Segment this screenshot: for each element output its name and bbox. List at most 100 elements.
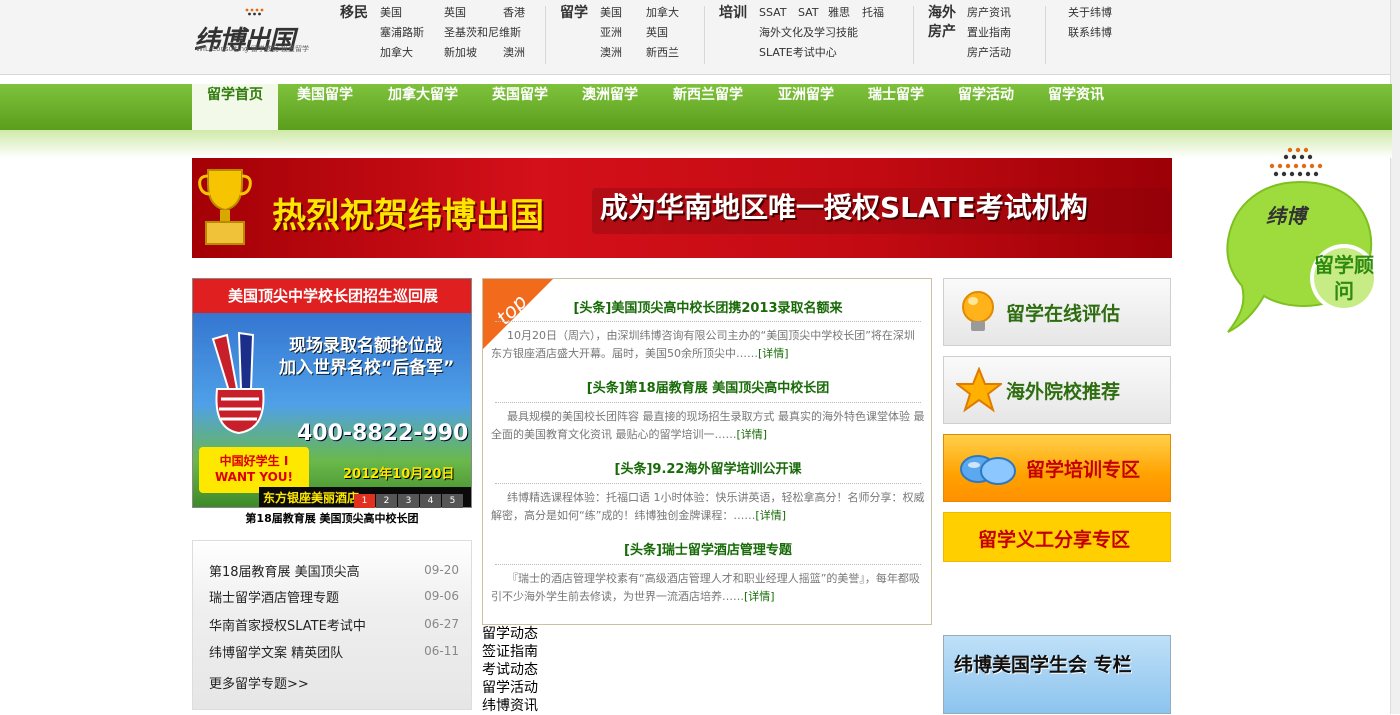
nav-link[interactable]: 新西兰 (646, 46, 679, 60)
nav-link[interactable]: 美国 (600, 6, 622, 20)
divider (545, 6, 546, 64)
nav-link[interactable]: SLATE考试中心 (759, 46, 837, 60)
nav-link[interactable]: 托福 (862, 6, 884, 20)
slide-dot[interactable]: 4 (420, 494, 441, 508)
nav-group-immigration: 移民 美国 英国 香港 塞浦路斯 圣基茨和尼维斯 加拿大 新加坡 澳洲 (340, 4, 540, 74)
nav-link[interactable]: 英国 (444, 6, 466, 20)
list-item-date: 06-27 (424, 617, 459, 631)
list-item[interactable]: 瑞士留学酒店管理专题 09-06 (209, 587, 459, 607)
nav-link[interactable]: 房产资讯 (967, 6, 1011, 20)
nav-link[interactable]: SSAT (759, 6, 787, 20)
advisor-bubble[interactable]: 纬博 留学顾问 (1220, 146, 1390, 336)
headline-title[interactable]: [头条]瑞士留学酒店管理专题 (483, 539, 931, 558)
menu-item[interactable]: 英国留学 (478, 84, 562, 130)
slide-dot[interactable]: 5 (442, 494, 463, 508)
lightbulb-icon (962, 291, 994, 331)
divider (913, 6, 914, 64)
volunteer-zone-button[interactable]: 留学义工分享专区 (943, 512, 1171, 562)
bubble-logo: 纬博 (1266, 204, 1306, 228)
nav-link[interactable]: 海外文化及学习技能 (759, 26, 858, 40)
headline-summary: 纬博精选课程体验：托福口语 1小时体验：快乐讲英语，轻松拿高分！名师分享：权威解… (491, 491, 925, 522)
site-logo[interactable]: 纬博出国 WIL-Consulting 留学移民·投资留学 (194, 8, 312, 56)
promo-phone: 400-8822-990 (297, 421, 469, 446)
list-item-date: 06-11 (424, 644, 459, 658)
menu-item[interactable]: 新西兰留学 (660, 84, 756, 130)
nav-link[interactable]: 联系纬博 (1068, 26, 1112, 40)
slide-dot[interactable]: 3 (398, 494, 419, 508)
headline-summary: 最具规模的美国校长团阵容 最直接的现场招生录取方式 最真实的海外特色课堂体验 最… (491, 410, 925, 441)
menu-item[interactable]: 亚洲留学 (764, 84, 848, 130)
headline-title[interactable]: [头条]美国顶尖高中校长团携2013录取名额来 (483, 297, 931, 316)
slide-pager: 12345 (354, 492, 464, 508)
headline-title[interactable]: [头条]第18届教育展 美国顶尖高中校长团 (483, 377, 931, 396)
nav-link[interactable]: 亚洲 (600, 26, 622, 40)
nav-link[interactable]: 置业指南 (967, 26, 1011, 40)
headline-summary: 10月20日（周六），由深圳纬博咨询有限公司主办的“美国顶尖中学校长团”将在深圳… (491, 329, 915, 360)
nav-link[interactable]: 圣基茨和尼维斯 (444, 26, 521, 40)
list-item[interactable]: 纬博留学文案 精英团队 06-11 (209, 642, 459, 662)
banner-headline: 热烈祝贺纬博出国 (272, 196, 544, 236)
category-link[interactable]: 留学活动 (482, 679, 538, 697)
category-link[interactable]: 签证指南 (482, 643, 538, 661)
nav-group-study: 留学 美国 加拿大 亚洲 英国 澳洲 新西兰 (560, 4, 700, 74)
promo-subtitle: 加入世界名校“后备军” (279, 358, 455, 378)
nav-link[interactable]: 加拿大 (380, 46, 413, 60)
menu-item[interactable]: 美国留学 (284, 84, 366, 130)
slide-dot[interactable]: 1 (354, 494, 375, 508)
slate-banner[interactable]: 热烈祝贺纬博出国 成为华南地区唯一授权SLATE考试机构 (192, 158, 1172, 258)
detail-link[interactable]: [详情] (755, 509, 786, 522)
box-label: 留学培训专区 (1026, 459, 1141, 481)
nav-link[interactable]: 房产活动 (967, 46, 1011, 60)
menu-item[interactable]: 加拿大留学 (376, 84, 470, 130)
headline-panel: top [头条]美国顶尖高中校长团携2013录取名额来 10月20日（周六），由… (482, 278, 932, 625)
nav-link[interactable]: 关于纬博 (1068, 6, 1112, 20)
nav-link[interactable]: 雅思 (828, 6, 850, 20)
nav-link[interactable]: 香港 (503, 6, 525, 20)
list-item[interactable]: 华南首家授权SLATE考试中 06-27 (209, 615, 459, 635)
menu-item[interactable]: 留学活动 (946, 84, 1026, 130)
category-link[interactable]: 纬博资讯 (482, 697, 538, 715)
menu-item-home[interactable]: 留学首页 (192, 84, 278, 130)
menu-fade (0, 130, 1392, 158)
list-item-date: 09-06 (424, 589, 459, 603)
online-assessment-button[interactable]: 留学在线评估 (943, 278, 1171, 346)
category-link[interactable]: 留学动态 (482, 625, 538, 643)
promo-caption[interactable]: 第18届教育展 美国顶尖高中校长团 (192, 510, 472, 526)
detail-link[interactable]: [详情] (737, 428, 768, 441)
category-link[interactable]: 考试动态 (482, 661, 538, 679)
nav-link[interactable]: 英国 (646, 26, 668, 40)
nav-link[interactable]: SAT (798, 6, 819, 20)
detail-link[interactable]: [详情] (758, 347, 789, 360)
training-zone-button[interactable]: 留学培训专区 (943, 434, 1171, 502)
school-recommend-button[interactable]: 海外院校推荐 (943, 356, 1171, 424)
detail-link[interactable]: [详情] (744, 590, 775, 603)
menu-item[interactable]: 留学资讯 (1036, 84, 1116, 130)
more-topics-link[interactable]: 更多留学专题>> (209, 673, 309, 692)
nav-group-about: 关于纬博 联系纬博 (1068, 4, 1148, 74)
divider (1045, 6, 1046, 64)
promo-title: 美国顶尖中学校长团招生巡回展 (193, 279, 471, 313)
slide-dot[interactable]: 2 (376, 494, 397, 508)
nav-group-title: 海外房产 (928, 5, 956, 40)
topic-list: 第18届教育展 美国顶尖高 09-20 瑞士留学酒店管理专题 09-06 华南首家授… (192, 540, 472, 710)
list-item-date: 09-20 (424, 563, 459, 577)
divider (495, 321, 921, 322)
logo-dots-icon (245, 8, 264, 16)
banner-subline: 成为华南地区唯一授权SLATE考试机构 (592, 188, 1172, 234)
union-title: 纬博美国学生会 专栏 (954, 654, 1132, 676)
nav-link[interactable]: 新加坡 (444, 46, 477, 60)
trophy-icon (198, 169, 252, 245)
student-union-banner[interactable]: 纬博美国学生会 专栏 (943, 635, 1171, 714)
nav-link[interactable]: 加拿大 (646, 6, 679, 20)
divider (704, 6, 705, 64)
box-label: 海外院校推荐 (1006, 381, 1121, 403)
menu-item[interactable]: 瑞士留学 (856, 84, 936, 130)
nav-link[interactable]: 澳洲 (600, 46, 622, 60)
nav-link[interactable]: 澳洲 (503, 46, 525, 60)
promo-slideshow[interactable]: 美国顶尖中学校长团招生巡回展 现场录取名额抢位战 加入世界名校“后备军” 400… (192, 278, 472, 508)
headline-title[interactable]: [头条]9.22海外留学培训公开课 (483, 458, 931, 477)
nav-link[interactable]: 美国 (380, 6, 402, 20)
menu-item[interactable]: 澳洲留学 (568, 84, 652, 130)
list-item[interactable]: 第18届教育展 美国顶尖高 09-20 (209, 561, 459, 581)
nav-link[interactable]: 塞浦路斯 (380, 26, 424, 40)
